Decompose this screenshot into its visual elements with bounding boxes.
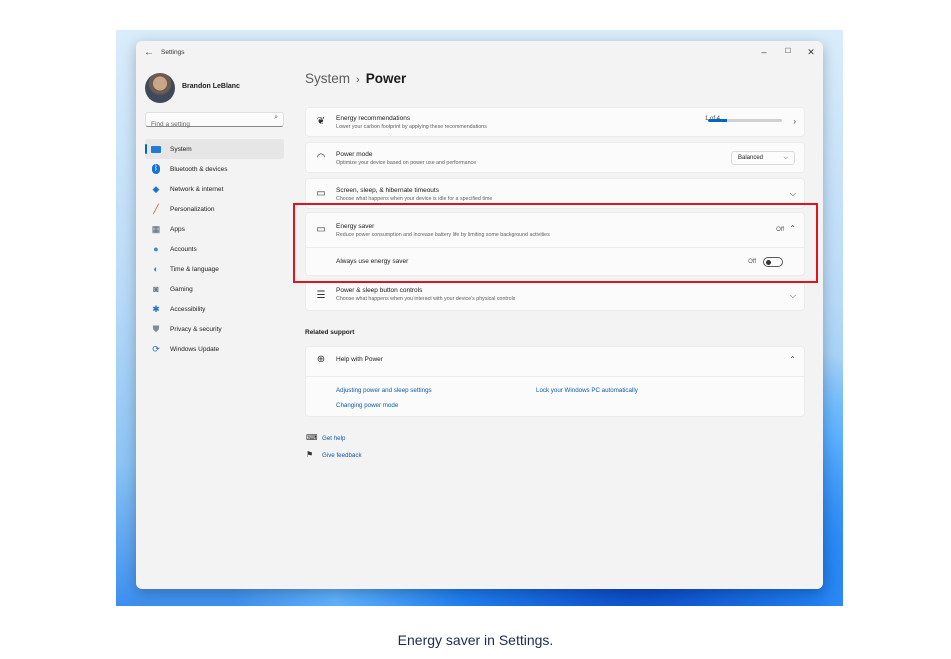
help-with-power-card: ⊕ Help with Power ⌃ Adjusting power and … [305,346,805,417]
link-adjusting-power-sleep[interactable]: Adjusting power and sleep settings [336,387,432,394]
card-title: Help with Power [336,356,383,363]
minimize-button[interactable]: – [753,44,775,60]
breadcrumb: System › Power [305,71,406,86]
sidebar-item-personalization[interactable]: ╱ Personalization [145,199,284,219]
card-title: Power & sleep button controls [336,287,423,294]
sidebar-item-label: Bluetooth & devices [170,165,228,173]
get-help-icon: ⌨ [306,433,318,442]
leaf-icon: ❦ [316,116,326,127]
shield-icon: ⛊ [152,324,160,334]
chevron-down-icon: ⌵ [783,155,788,161]
chevron-up-icon[interactable]: ⌃ [789,355,796,364]
page-title: Power [365,71,407,86]
highlight-box [293,203,818,283]
sidebar-item-apps[interactable]: ▦ Apps [145,219,284,239]
wifi-icon: ◆ [152,184,160,194]
get-help-link[interactable]: Get help [322,435,345,442]
sidebar-item-label: Accessibility [170,305,206,313]
brush-icon: ╱ [153,204,159,214]
card-description: Choose what happens when you interact wi… [336,296,516,302]
close-button[interactable]: ✕ [800,44,822,60]
globe-clock-icon: ◐ [153,264,159,274]
power-mode-card: ◠ Power mode Optimize your device based … [305,142,805,173]
sidebar-item-windows-update[interactable]: ⟳ Windows Update [145,339,284,359]
card-description: Lower your carbon footprint by applying … [336,124,487,130]
user-name: Brandon LeBlanc [182,83,240,90]
chevron-down-icon[interactable]: ⌵ [790,291,796,301]
chevron-down-icon[interactable]: ⌵ [790,189,796,199]
search-input[interactable] [146,118,269,131]
sidebar-item-system[interactable]: System [145,139,284,159]
monitor-sleep-icon: ▭ [316,188,326,199]
sidebar-item-label: Time & language [170,265,219,273]
chevron-right-icon[interactable]: › [793,117,796,126]
sidebar-item-label: Apps [170,225,185,233]
accounts-icon: ● [153,244,159,254]
search-icon[interactable]: ⌕ [274,114,278,122]
sidebar-item-label: System [170,145,192,153]
sidebar-item-label: Privacy & security [170,325,222,333]
breadcrumb-separator: › [356,74,360,86]
card-title: Screen, sleep, & hibernate timeouts [336,187,439,194]
related-support-heading: Related support [305,329,355,336]
link-lock-pc[interactable]: Lock your Windows PC automatically [536,387,638,394]
gamepad-icon: ◙ [153,284,159,294]
bluetooth-icon: ᛒ [152,164,160,174]
desktop-wallpaper: ← Settings – ☐ ✕ Brandon LeBlanc ⌕ Syste… [116,30,843,606]
card-title: Power mode [336,151,373,158]
power-buttons-icon: ☰ [316,290,326,301]
caption: Energy saver in Settings. [397,632,554,648]
search-box[interactable]: ⌕ [145,112,284,131]
sidebar-item-label: Personalization [170,205,215,213]
sidebar-item-accessibility[interactable]: ✱ Accessibility [145,299,284,319]
system-icon [150,143,162,155]
power-button-controls-card[interactable]: ☰ Power & sleep button controls Choose w… [305,281,805,311]
title-bar: ← Settings – ☐ ✕ [136,41,823,67]
recommendation-progress [708,119,782,122]
card-title: Energy recommendations [336,115,411,122]
card-description: Choose what happens when your device is … [336,196,493,202]
power-mode-dropdown[interactable]: Balanced ⌵ [731,151,795,165]
app-title: Settings [161,49,185,56]
link-changing-power-mode[interactable]: Changing power mode [336,402,398,409]
sidebar-item-time-language[interactable]: ◐ Time & language [145,259,284,279]
globe-icon: ⊕ [316,354,326,365]
sidebar-item-label: Network & internet [170,185,224,193]
sidebar-item-accounts[interactable]: ● Accounts [145,239,284,259]
sidebar-item-label: Gaming [170,285,193,293]
sidebar-item-gaming[interactable]: ◙ Gaming [145,279,284,299]
settings-window: ← Settings – ☐ ✕ Brandon LeBlanc ⌕ Syste… [136,41,823,589]
sidebar-item-network[interactable]: ◆ Network & internet [145,179,284,199]
breadcrumb-parent[interactable]: System [305,71,350,86]
energy-recommendations-card[interactable]: ❦ Energy recommendations Lower your carb… [305,107,805,137]
sidebar-nav: System ᛒ Bluetooth & devices ◆ Network &… [145,139,284,359]
update-icon: ⟳ [152,344,160,354]
sidebar-item-privacy[interactable]: ⛊ Privacy & security [145,319,284,339]
maximize-button[interactable]: ☐ [777,44,799,60]
apps-icon: ▦ [151,224,161,234]
card-description: Optimize your device based on power use … [336,160,477,166]
accessibility-icon: ✱ [152,304,160,314]
give-feedback-link[interactable]: Give feedback [322,452,362,459]
divider [306,376,804,377]
back-arrow-icon[interactable]: ← [144,47,154,58]
power-mode-value: Balanced [738,155,764,161]
sidebar-item-label: Accounts [170,245,197,253]
avatar[interactable] [145,73,175,103]
sidebar-item-label: Windows Update [170,345,220,353]
feedback-icon: ⚑ [306,450,314,459]
sidebar-item-bluetooth[interactable]: ᛒ Bluetooth & devices [145,159,284,179]
gauge-icon: ◠ [316,152,326,163]
